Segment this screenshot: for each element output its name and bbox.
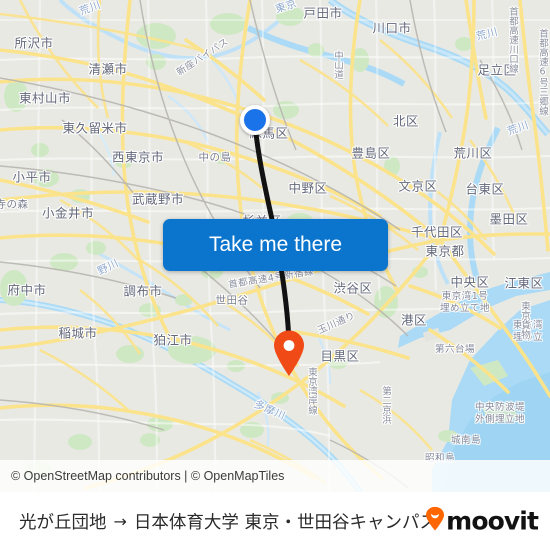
moovit-logo[interactable]: moovit	[425, 506, 539, 536]
origin-marker[interactable]	[240, 105, 270, 135]
map-share-card: 所沢市 清瀬市 東村山市 東久留米市 西東京市 小平市 寺の森 小金井市 武蔵野市 中の島 練馬区中…	[0, 0, 550, 550]
moovit-pin-icon	[425, 506, 445, 536]
footer-bar: 光が丘団地 → 日本体育大学 東京・世田谷キャンパス moovit	[0, 492, 550, 550]
arrow-right-icon: →	[113, 511, 127, 531]
take-me-there-label: Take me there	[208, 233, 343, 256]
destination-marker[interactable]	[272, 330, 306, 376]
moovit-wordmark: moovit	[446, 506, 539, 536]
trip-origin[interactable]: 光が丘団地	[19, 509, 107, 534]
take-me-there-button[interactable]: Take me there	[163, 219, 388, 271]
attribution-text[interactable]: © OpenStreetMap contributors | © OpenMap…	[11, 469, 284, 483]
trip-summary: 光が丘団地 → 日本体育大学 東京・世田谷キャンパス	[19, 509, 437, 534]
trip-destination[interactable]: 日本体育大学 東京・世田谷キャンパス	[134, 509, 437, 534]
map-canvas[interactable]: 所沢市 清瀬市 東村山市 東久留米市 西東京市 小平市 寺の森 小金井市 武蔵野市 中の島 練馬区中…	[0, 0, 550, 492]
map-attribution: © OpenStreetMap contributors | © OpenMap…	[0, 460, 550, 492]
